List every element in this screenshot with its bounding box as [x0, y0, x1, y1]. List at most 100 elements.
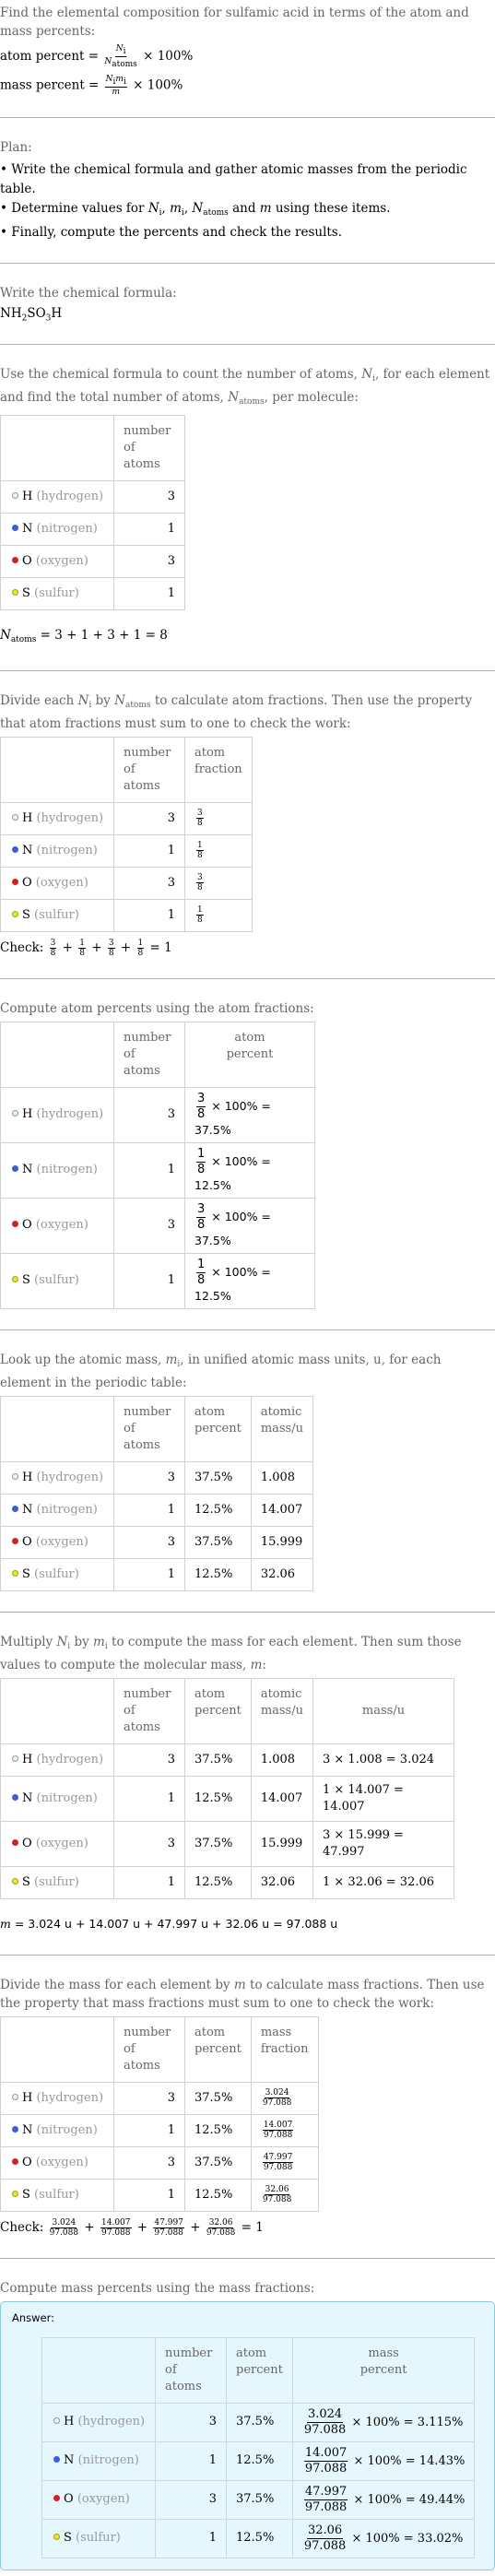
element-symbol: H [22, 1107, 33, 1122]
element-symbol: N [22, 2122, 33, 2137]
element-symbol: S [22, 2187, 30, 2202]
table-row: S (sulfur) 1 1 8 × 100% = 12.5% [0, 1252, 315, 1309]
element-symbol: H [22, 810, 33, 825]
atom-fraction-intro: Divide each Ni by Natoms to calculate at… [0, 692, 473, 731]
mass-percent-calc: 3.024 97.088 × 100% = 3.115% [291, 2402, 476, 2442]
table-row: N (nitrogen) 1 12.5% 14.007 [0, 1493, 314, 1527]
element-symbol: O [22, 1218, 32, 1233]
element-name: (hydrogen) [36, 810, 104, 825]
element-name: (nitrogen) [36, 1502, 98, 1517]
atom-count: 3 [113, 479, 185, 514]
atom-percent-fraction: Ni Natoms [104, 44, 137, 69]
table-row: S (sulfur) 1 12.5% 32.06 1 × 32.06 = 32.06 [0, 1865, 454, 1899]
atom-count: 1 [113, 1493, 185, 1527]
table-row: S (sulfur) 1 [0, 576, 185, 610]
element-symbol: N [22, 1163, 33, 1177]
element-cell: O (oxygen) [41, 2479, 156, 2520]
element-color-dot-icon [12, 1110, 18, 1117]
plan-heading: Plan: [0, 140, 32, 155]
element-symbol: S [22, 1273, 30, 1288]
atom-count: 1 [155, 2518, 227, 2558]
atom-count: 3 [113, 1525, 185, 1559]
table-row: S (sulfur) 1 1 8 [0, 898, 253, 932]
atomic-mass-value: 32.06 [250, 1865, 314, 1899]
atom-percent-table: number of atoms atom percent H (hydrogen) 3… [0, 1021, 315, 1309]
atom-count: 1 [113, 1775, 185, 1822]
atomic-mass-section: Look up the atomic mass, mi, in unified … [0, 1351, 495, 1613]
element-cell: S (sulfur) [41, 2518, 156, 2558]
element-cell: H (hydrogen) [0, 1086, 114, 1143]
check-fraction: 32.06 97.088 [206, 2217, 236, 2238]
plan-section: Plan: Write the chemical formula and gat… [0, 138, 495, 264]
header-atom-percent: atom percent [226, 2336, 293, 2404]
element-color-dot-icon [12, 588, 18, 596]
atom-count: 1 [113, 1141, 185, 1199]
table-row: O (oxygen) 3 37.5% 15.999 [0, 1525, 314, 1559]
table-row: O (oxygen) 3 37.5% 47.997 97.088 [0, 2145, 319, 2180]
atom-count: 3 [113, 1820, 185, 1867]
molecular-mass-intro: Multiply Ni by mi to compute the mass fo… [0, 1634, 462, 1672]
header-number-of-atoms: number of atoms [113, 414, 185, 481]
element-symbol: O [22, 1534, 32, 1549]
atom-percent-value: 12.5% [226, 2440, 293, 2481]
atom-percent-value: 12.5% [226, 2518, 293, 2558]
atom-percent-value: 37.5% [184, 1743, 252, 1777]
table-row: H (hydrogen) 3 37.5% 1.008 3 × 1.008 = 3.024 [0, 1743, 454, 1777]
element-cell: O (oxygen) [0, 1197, 114, 1254]
element-color-dot-icon [12, 2190, 18, 2197]
element-cell: H (hydrogen) [0, 1460, 114, 1495]
check-label: Check: [0, 939, 48, 955]
atom-count: 3 [113, 1743, 185, 1777]
header-number-of-atoms: number of atoms [113, 1021, 185, 1088]
atom-count: 1 [113, 576, 185, 610]
element-cell: N (nitrogen) [0, 1493, 114, 1527]
element-color-dot-icon [12, 878, 18, 885]
atom-percent-value: 37.5% [226, 2479, 293, 2520]
element-color-dot-icon [12, 2125, 18, 2133]
element-symbol: O [22, 553, 32, 568]
table-row: O (oxygen) 3 37.5% 47.997 97.088 × 100% = 49… [41, 2479, 476, 2520]
atom-count: 3 [113, 866, 185, 900]
atom-percent-calc: 38 × 100% = 37.5% [184, 1086, 315, 1143]
mass-percent-section: Compute mass percents using the mass fra… [0, 2279, 495, 2576]
molecular-mass-table: number of atoms atom percent atomic mass/u … [0, 1677, 454, 1899]
table-row: S (sulfur) 1 12.5% 32.06 97.088 × 100% = 33.… [41, 2518, 476, 2558]
table-row: N (nitrogen) 1 1 8 [0, 833, 253, 868]
element-color-dot-icon [12, 1755, 18, 1762]
element-name: (sulfur) [76, 2531, 121, 2546]
atom-percent-value: 37.5% [184, 1525, 252, 1559]
mass-percent-fraction: Nimi m [104, 75, 127, 97]
element-cell: S (sulfur) [0, 1865, 114, 1899]
atom-percent-section: Compute atom percents using the atom fra… [0, 999, 495, 1330]
element-symbol: N [64, 2453, 75, 2468]
atomic-mass-value: 1.008 [250, 1743, 314, 1777]
element-cell: N (nitrogen) [41, 2440, 156, 2481]
element-cell: N (nitrogen) [0, 512, 114, 546]
element-name: (sulfur) [34, 1273, 79, 1288]
element-symbol: N [22, 1502, 33, 1517]
table-row: N (nitrogen) 1 12.5% 14.007 97.088 [0, 2113, 319, 2147]
plan-item: Determine values for Ni, mi, Natoms and … [0, 199, 495, 223]
atomic-mass-value: 15.999 [250, 1820, 314, 1867]
element-color-dot-icon [12, 1877, 18, 1885]
header-mass-percent: mass percent [291, 2336, 476, 2404]
element-color-dot-icon [12, 2093, 18, 2100]
atom-percent-calc: 18 × 100% = 12.5% [184, 1252, 315, 1309]
element-color-dot-icon [12, 1221, 18, 1228]
atom-count: 1 [113, 1865, 185, 1899]
element-name: (hydrogen) [36, 1752, 104, 1767]
table-row: O (oxygen) 3 [0, 544, 185, 578]
plan-item: Finally, compute the percents and check … [0, 223, 495, 242]
element-name: (nitrogen) [77, 2453, 139, 2468]
header-number-of-atoms: number of atoms [113, 736, 185, 803]
element-symbol: O [22, 875, 32, 890]
element-name: (nitrogen) [36, 1163, 98, 1177]
table-row: O (oxygen) 3 3 8 [0, 866, 253, 900]
element-color-dot-icon [12, 1569, 18, 1577]
atom-fraction-table: number of atoms atom fraction H (hydrogen)… [0, 736, 253, 932]
element-name: (oxygen) [77, 2492, 130, 2507]
element-mass-calc: 1 × 32.06 = 32.06 [312, 1865, 454, 1899]
element-cell: N (nitrogen) [0, 1775, 114, 1822]
element-symbol: O [22, 1836, 32, 1850]
atom-fraction-value: 18 [184, 898, 253, 932]
